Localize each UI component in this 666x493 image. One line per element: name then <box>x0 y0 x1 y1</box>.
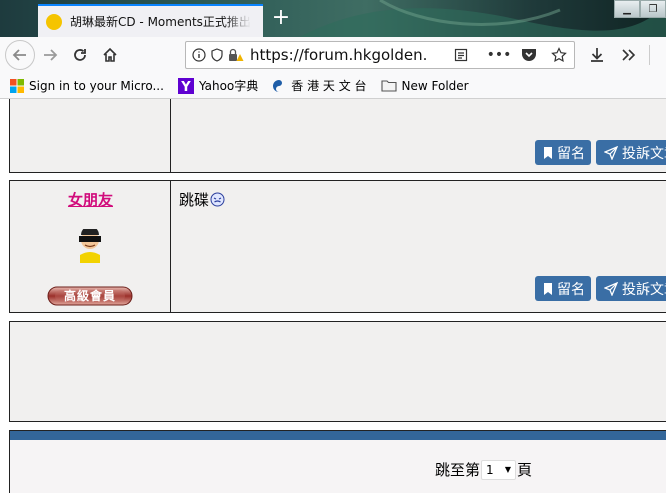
site-favicon-icon <box>46 13 62 30</box>
yahoo-icon: Y <box>177 77 194 94</box>
active-tab[interactable]: 胡琳最新CD - Moments正式推出 <box>38 4 263 37</box>
footer-bar <box>10 431 666 440</box>
post-content-column: 留名 投訴文章 <box>171 99 666 172</box>
title-bar: 胡琳最新CD - Moments正式推出 + ▁ ❐ <box>0 0 666 37</box>
tracking-protection-shield-icon[interactable] <box>210 48 224 62</box>
info-icon[interactable] <box>192 48 206 62</box>
url-bar[interactable]: https://forum.hkgolden.com ••• <box>185 41 575 69</box>
microsoft-icon <box>10 78 24 93</box>
bookmark-label: Sign in to your Micro... <box>29 78 164 93</box>
new-tab-button[interactable]: + <box>268 6 294 32</box>
tab-title: 胡琳最新CD - Moments正式推出 <box>70 15 251 29</box>
more-horizontal-icon: ••• <box>486 47 512 63</box>
dropdown-arrow-icon: ▼ <box>504 465 512 474</box>
post-message: 跳碟 <box>179 189 225 210</box>
post-content-column: 跳碟 留名 投訴文章 <box>171 181 666 312</box>
bookmarks-toolbar: Sign in to your Micro... Y Yahoo字典 香 港 天… <box>0 73 666 99</box>
download-icon <box>591 48 603 62</box>
url-text[interactable]: https://forum.hkgolden.com <box>250 46 428 64</box>
arrow-left-icon <box>12 49 26 61</box>
user-avatar <box>79 229 101 263</box>
hko-icon <box>272 79 286 93</box>
bookmark-label: New Folder <box>401 78 469 93</box>
bookmark-hko[interactable]: 香 港 天 文 台 <box>272 77 367 94</box>
svg-text:Y: Y <box>180 80 191 94</box>
bookmark-star-button[interactable] <box>544 42 574 68</box>
page-actions-button[interactable]: ••• <box>484 42 514 68</box>
bookmark-yahoo[interactable]: Y Yahoo字典 <box>177 77 259 94</box>
reload-button[interactable] <box>65 40 95 70</box>
send-icon <box>604 281 618 296</box>
page-select[interactable]: 1 ▼ <box>481 459 517 480</box>
bookmark-post-label: 留名 <box>557 145 585 162</box>
forum-post: 留名 投訴文章 <box>9 99 666 173</box>
home-icon <box>103 47 117 62</box>
member-rank-label: 高級會員 <box>63 289 116 303</box>
post-author-column: 女朋友 高級會員 <box>10 181 171 312</box>
forum-post: 女朋友 高級會員 跳碟 留名 投訴文 <box>9 180 666 313</box>
reader-view-button[interactable] <box>446 42 476 68</box>
report-post-button[interactable]: 投訴文章 <box>596 276 666 301</box>
bookmark-post-label: 留名 <box>557 281 585 298</box>
report-post-label: 投訴文章 <box>622 281 666 298</box>
home-button[interactable] <box>95 40 125 70</box>
pocket-icon <box>522 49 536 61</box>
bookmark-icon <box>544 146 552 159</box>
bookmark-label: Yahoo字典 <box>198 79 259 93</box>
overflow-menu-button[interactable] <box>613 40 643 70</box>
double-chevron-right-icon <box>622 49 636 61</box>
downloads-button[interactable] <box>582 40 612 70</box>
minimize-button[interactable]: ▁ <box>614 0 640 18</box>
arrow-right-icon <box>44 49 58 61</box>
send-icon <box>604 145 618 160</box>
insecure-lock-warning-icon[interactable] <box>228 48 244 62</box>
back-button[interactable] <box>5 40 35 70</box>
forward-button[interactable] <box>35 40 65 70</box>
post-author-column <box>10 99 171 172</box>
page-jump-prefix: 跳至第 <box>435 461 481 479</box>
author-username-link[interactable]: 女朋友 <box>10 189 171 210</box>
bookmark-new-folder[interactable]: New Folder <box>380 78 469 93</box>
empty-content-box <box>9 321 666 422</box>
pocket-button[interactable] <box>514 42 544 68</box>
post-message-text: 跳碟 <box>179 191 210 209</box>
pagination-footer: 跳至第 1 ▼ 頁 <box>9 430 666 493</box>
forum-page: 留名 投訴文章 女朋友 <box>0 99 666 493</box>
page-jump-suffix: 頁 <box>517 461 533 479</box>
page-jump: 跳至第 1 ▼ 頁 <box>435 459 532 480</box>
folder-icon <box>380 79 397 92</box>
report-post-label: 投訴文章 <box>622 145 666 162</box>
bookmark-post-button[interactable]: 留名 <box>535 140 591 165</box>
report-post-button[interactable]: 投訴文章 <box>596 140 666 165</box>
reader-view-icon <box>454 48 468 62</box>
bookmark-icon <box>544 282 552 295</box>
restore-button[interactable]: ❐ <box>640 0 666 18</box>
navigation-bar: https://forum.hkgolden.com ••• <box>0 37 666 73</box>
smiley-emoticon-icon <box>210 192 225 207</box>
toolbar-separator <box>649 45 650 65</box>
reload-icon <box>74 49 86 61</box>
star-icon <box>551 47 567 63</box>
bookmark-label: 香 港 天 文 台 <box>291 79 367 93</box>
page-select-value: 1 <box>486 462 494 477</box>
bookmark-microsoft[interactable]: Sign in to your Micro... <box>10 78 164 93</box>
bookmark-post-button[interactable]: 留名 <box>535 276 591 301</box>
